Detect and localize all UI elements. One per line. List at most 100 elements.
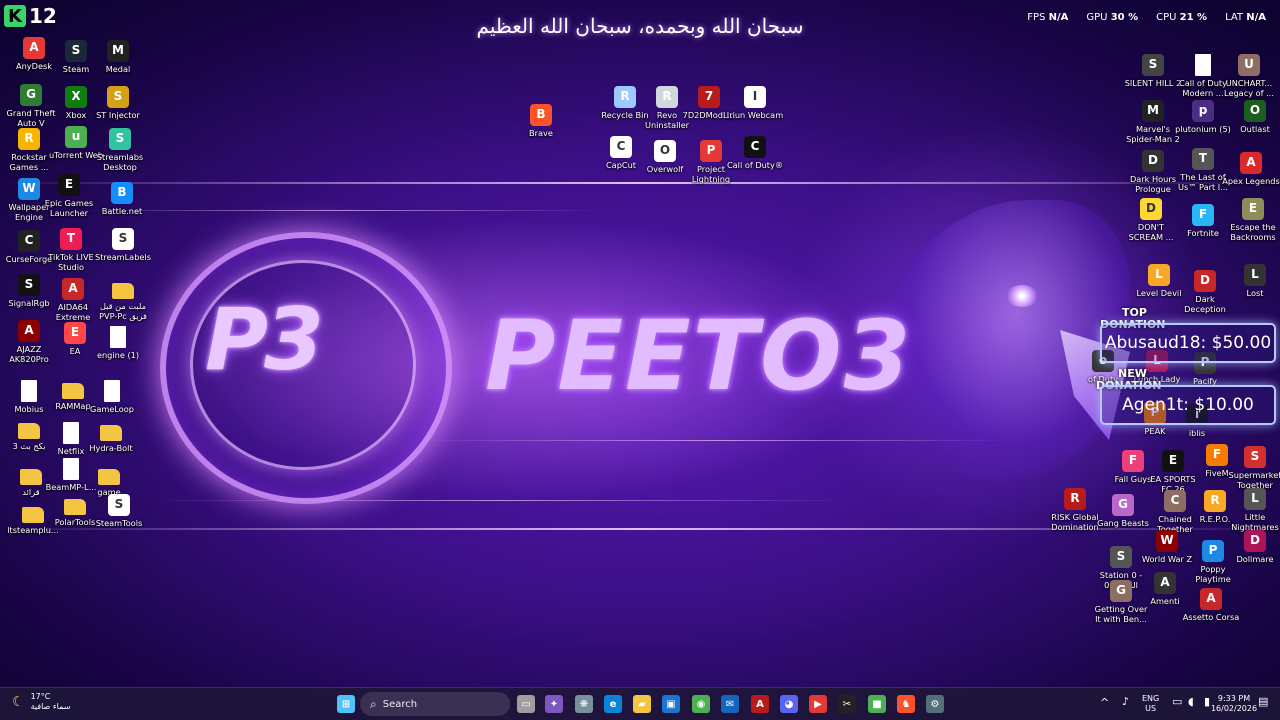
assetto-icon: A [1200,588,1222,610]
network-icon[interactable]: ▭ [1172,696,1182,707]
aida64-icon: A [62,278,84,300]
brave-taskbar-icon[interactable]: ♞ [897,695,915,713]
desktop-shortcut-label: Getting Over It with Ben... [1094,604,1148,624]
desktop-shortcut[interactable]: L Lost [1226,264,1280,299]
chained-icon: C [1164,490,1186,512]
file-icon [1195,54,1211,76]
desktop-shortcut[interactable]: T TikTok LIVE Studio [42,228,100,272]
dark-deception-icon: D [1194,270,1216,292]
widgets-icon[interactable]: ❋ [575,695,593,713]
top-donation-text: Abusaud18: $50.00 [1104,333,1272,353]
cod-icon: C [744,136,766,158]
steam-icon: S [65,40,87,62]
store-icon[interactable]: ▣ [662,695,680,713]
file-explorer-icon[interactable]: ▰ [633,695,651,713]
volume-icon[interactable]: ◖ [1188,696,1194,707]
desktop-shortcut[interactable]: B Brave [512,104,570,139]
tiktok-icon: T [60,228,82,250]
desktop-shortcut[interactable]: E Epic Games Launcher [40,174,98,218]
logo-text: P3 [205,290,324,390]
desktop-shortcut[interactable]: p plutonium (5) [1174,100,1232,135]
search-box[interactable]: ⌕ Search [360,692,510,716]
desktop-shortcut-label: Iriun Webcam [726,110,784,120]
file-icon [63,422,79,444]
dollmare-icon: D [1244,530,1266,552]
desktop-shortcut-label: Battle.net [101,206,143,216]
fps-stat: FPS N/A [1027,12,1069,23]
desktop-shortcut-label: UNCHART... Legacy of ... [1224,78,1274,98]
task-view-icon[interactable]: ▭ [517,695,535,713]
desktop-shortcut[interactable]: G Gang Beasts [1094,494,1152,529]
top-title: سبحان الله وبحمده، سبحان الله العظيم [476,14,804,38]
desktop-shortcut[interactable]: GameLoop [83,380,141,415]
desktop-shortcut-label: Hydra-Bolt [89,443,133,453]
recycle-bin-icon: R [614,86,636,108]
microphone-icon[interactable]: ♪ [1122,696,1129,707]
folder-icon [64,499,86,515]
desktop-shortcut[interactable]: engine (1) [89,326,147,361]
performance-overlay: FPS N/A GPU 30 % CPU 21 % LAT N/A [1027,12,1266,23]
outlook-icon[interactable]: ✉ [721,695,739,713]
station-icon: S [1110,546,1132,568]
desktop-shortcut[interactable]: S Streamlabs Desktop [91,128,149,172]
amenti-icon: A [1154,572,1176,594]
folder-icon [20,469,42,485]
desktop-shortcut-label: Epic Games Launcher [44,198,94,218]
language-indicator[interactable]: ENG US [1142,694,1159,714]
desktop-shortcut[interactable]: S ST Injector [89,86,147,121]
desktop-shortcut[interactable]: C Call of Duty® [726,136,784,171]
desktop-shortcut[interactable]: game [80,464,138,498]
steam-taskbar-icon[interactable]: ⚙ [926,695,944,713]
moon-icon: ☾ [12,694,25,710]
desktop-shortcut[interactable]: I Iriun Webcam [726,86,784,121]
desktop-shortcut-label: Lost [1246,288,1264,298]
desktop-shortcut[interactable]: ملبت من قبل PVP-Pc فريق [94,278,152,321]
desktop-shortcut[interactable]: L Little Nightmares [1226,488,1280,532]
desktop-shortcut[interactable]: A Assetto Corsa [1182,588,1240,623]
desktop-shortcut[interactable]: U UNCHART... Legacy of ... [1220,54,1278,98]
utorrent-icon: u [65,126,87,148]
lightning-icon: P [700,140,722,162]
desktop-shortcut[interactable]: B Battle.net [93,182,151,217]
desktop-shortcut[interactable]: S StreamLabels [94,228,152,263]
plutonium-icon: p [1192,100,1214,122]
desktop-shortcut[interactable]: D DON'T SCREAM ... [1122,198,1180,242]
edge-icon[interactable]: e [604,695,622,713]
minecraft-icon[interactable]: ■ [868,695,886,713]
desktop-shortcut[interactable]: E Escape the Backrooms [1224,198,1280,242]
desktop-shortcut-label: ملبت من قبل PVP-Pc فريق [99,301,147,321]
tray-chevron-icon[interactable]: ^ [1100,697,1109,708]
copilot-icon[interactable]: ✦ [545,695,563,713]
desktop-shortcut[interactable]: A Apex Legends [1222,152,1280,187]
steamtools-icon: S [108,494,130,516]
light-streak [150,500,850,501]
silent-hill-icon: S [1142,54,1164,76]
webcam-icon: I [744,86,766,108]
notification-icon[interactable]: ▤ [1258,696,1268,707]
capcut-taskbar-icon[interactable]: ✂ [838,695,856,713]
desktop-shortcut[interactable]: S SteamTools [90,494,148,529]
acrobat-icon[interactable]: A [751,695,769,713]
desktop-shortcut-label: StreamLabels [95,252,151,262]
desktop-shortcut[interactable]: O Outlast [1226,100,1280,135]
start-icon[interactable]: ⊞ [337,695,355,713]
curseforge-icon: C [18,230,40,252]
desktop-shortcut[interactable]: S Supermarket Together [1226,446,1280,490]
desktop-shortcut[interactable]: M Medal [89,40,147,75]
overwolf-icon: O [654,140,676,162]
desktop-shortcut[interactable]: Hydra-Bolt [82,420,140,454]
fortnite-icon: F [1192,204,1214,226]
fc26-icon: E [1162,450,1184,472]
desktop-shortcut-label: Escape the Backrooms [1230,222,1276,242]
desktop-shortcut[interactable]: D Dollmare [1226,530,1280,565]
video-editor-icon[interactable]: ▶ [809,695,827,713]
k12-badge: K 12 [4,4,57,28]
little-nightmares-icon: L [1244,488,1266,510]
level-devil-icon: L [1148,264,1170,286]
gpu-stat: GPU 30 % [1086,12,1139,23]
weather-widget[interactable]: ☾ 17°C سماء صافية [12,692,70,712]
spiderman-icon: M [1142,100,1164,122]
discord-icon[interactable]: ◕ [780,695,798,713]
clock[interactable]: 9:33 PM 16/02/2026 [1208,694,1260,714]
chrome-icon[interactable]: ◉ [692,695,710,713]
